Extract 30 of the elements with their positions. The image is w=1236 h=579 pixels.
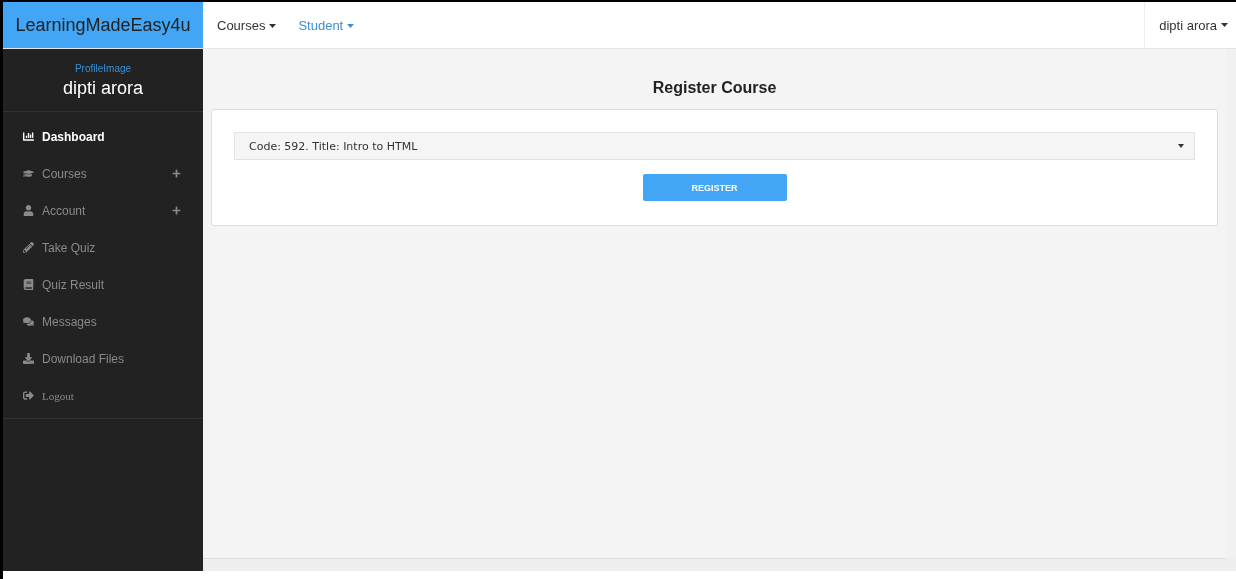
sidebar-item[interactable]: Messages — [3, 303, 203, 340]
horizontal-scrollbar[interactable] — [203, 558, 1236, 571]
caret-icon — [347, 24, 355, 29]
register-button[interactable]: REGISTER — [642, 174, 787, 201]
sidebar-item[interactable]: Courses — [3, 155, 203, 192]
sidebar-item[interactable]: Account — [3, 192, 203, 229]
sidebar-item[interactable]: Quiz Result — [3, 266, 203, 303]
download-icon — [23, 353, 34, 364]
user-icon — [23, 205, 34, 216]
caret-icon — [1178, 144, 1184, 148]
brand-logo[interactable]: LearningMadeEasy4u — [3, 2, 203, 48]
profile-image-alt-text: ProfileImage — [74, 63, 132, 74]
book-icon — [23, 279, 34, 290]
sidebar-item[interactable]: Take Quiz — [3, 229, 203, 266]
nav-menu[interactable]: Student — [298, 17, 355, 33]
user-menu[interactable]: dipti arora — [1144, 2, 1236, 48]
caret-icon — [1221, 23, 1228, 27]
chat-icon — [23, 316, 34, 327]
profile-name: dipti arora — [62, 78, 143, 99]
pencil-icon — [23, 242, 34, 253]
sidebar-item[interactable]: Dashboard — [3, 118, 203, 155]
sidebar-item[interactable]: Logout — [3, 377, 203, 414]
sidebar-item[interactable]: Download Files — [3, 340, 203, 377]
page-title: Register Course — [651, 79, 778, 97]
course-select[interactable]: Code: 592. Title: Intro to HTML — [234, 132, 1195, 160]
bar-chart-icon — [23, 131, 34, 142]
nav-menu[interactable]: Courses — [217, 17, 277, 33]
caret-icon — [269, 24, 277, 29]
graduation-cap-icon — [23, 168, 34, 179]
logout-icon — [23, 390, 34, 401]
